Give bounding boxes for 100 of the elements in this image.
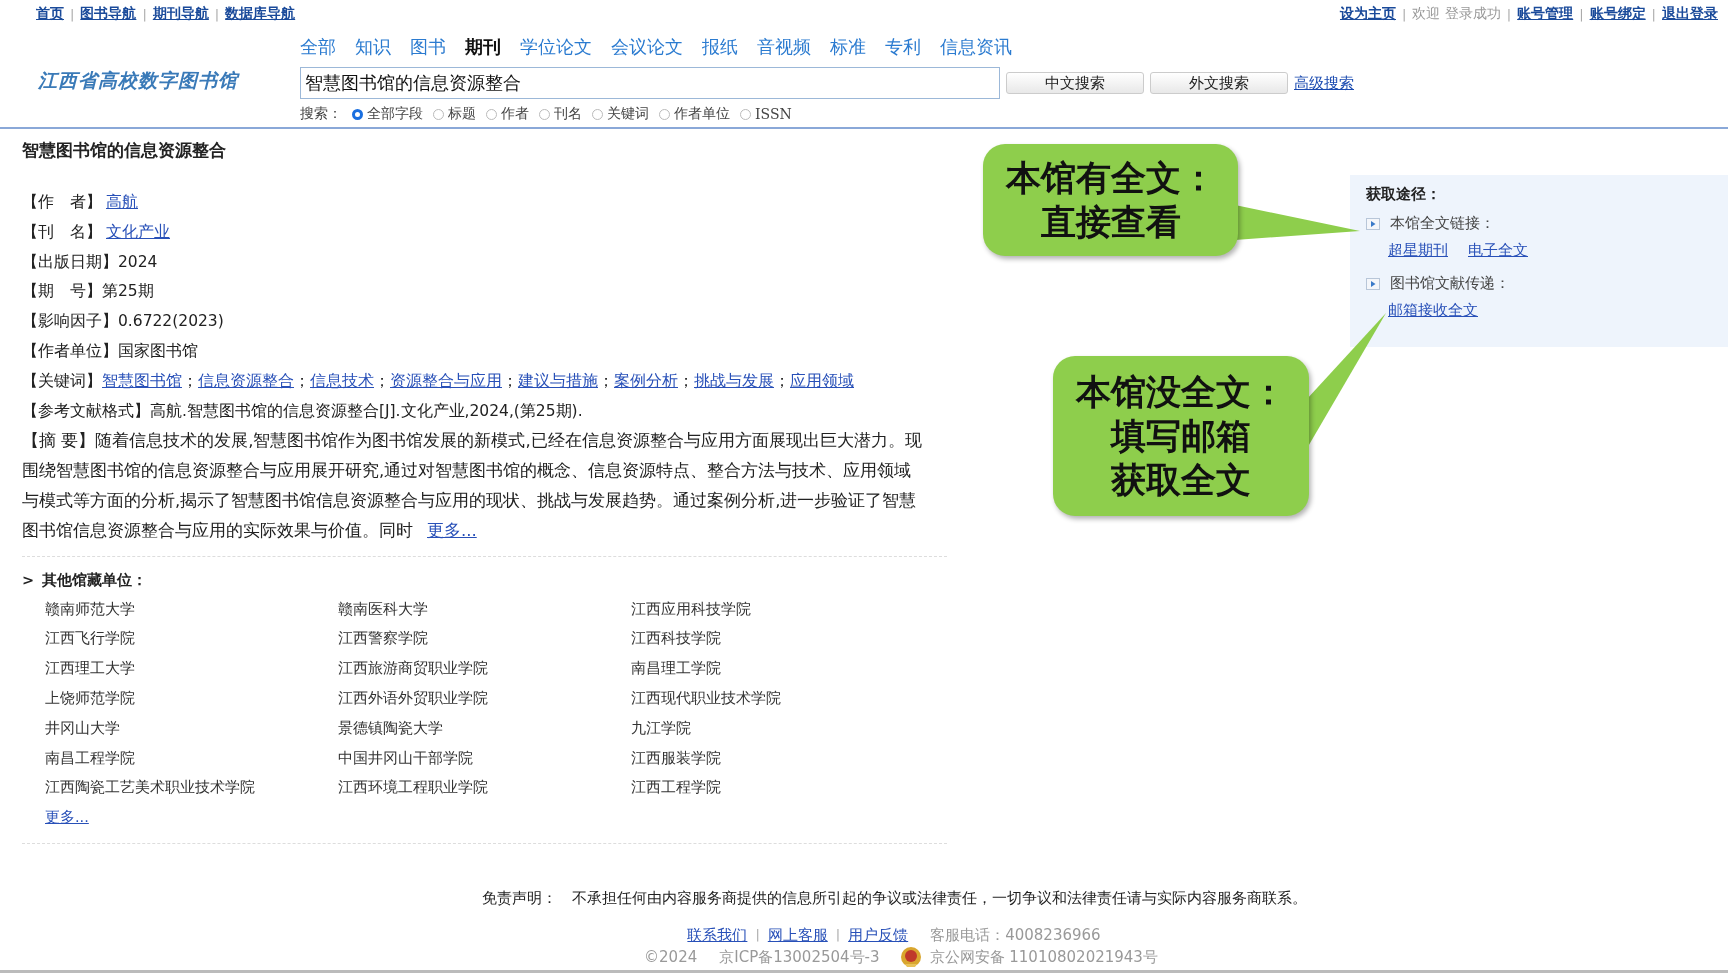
separator: ； bbox=[182, 371, 198, 390]
separator: | bbox=[755, 926, 760, 944]
channel-tab[interactable]: 期刊 bbox=[465, 35, 501, 63]
radio-button[interactable] bbox=[352, 108, 363, 120]
callout-bubble: 本馆有全文： 直接查看 bbox=[983, 144, 1238, 256]
channel-tab[interactable]: 专利 bbox=[885, 35, 921, 63]
fulltext-link[interactable]: 邮箱接收全文 bbox=[1388, 301, 1478, 320]
field-label: 【参考文献格式】 bbox=[22, 401, 150, 420]
separator: | bbox=[214, 6, 220, 22]
separator: ； bbox=[294, 371, 310, 390]
site-logo: 江西省高校数字图书馆 bbox=[37, 68, 241, 93]
field-value: 2024 bbox=[118, 252, 158, 271]
field-link[interactable]: 高航 bbox=[106, 193, 138, 211]
library-name: 江西理工大学 bbox=[45, 659, 136, 679]
account-link[interactable]: 账号管理 bbox=[1517, 5, 1574, 23]
radio-button[interactable] bbox=[486, 108, 497, 120]
channel-tab[interactable]: 会议论文 bbox=[611, 35, 683, 63]
keyword-link[interactable]: 案例分析 bbox=[614, 371, 678, 390]
keyword-link[interactable]: 建议与措施 bbox=[518, 371, 598, 390]
radio-button[interactable] bbox=[592, 108, 603, 120]
bullet-marker: > bbox=[22, 570, 35, 590]
keyword-link[interactable]: 智慧图书馆 bbox=[102, 371, 182, 390]
field-label: 【作 者】 bbox=[22, 193, 102, 211]
radio-button[interactable] bbox=[659, 108, 670, 120]
fulltext-link[interactable]: 超星期刊 bbox=[1388, 241, 1448, 260]
account-link[interactable]: 设为主页 bbox=[1340, 5, 1396, 23]
separator: | bbox=[142, 6, 147, 22]
field-label: 【作者单位】 bbox=[22, 342, 118, 360]
keyword-link[interactable]: 应用领域 bbox=[790, 371, 854, 390]
play-icon bbox=[1366, 277, 1380, 290]
footer-link[interactable]: 联系我们 bbox=[687, 924, 748, 946]
separator: ； bbox=[374, 371, 390, 390]
radio-label: 作者单位 bbox=[674, 105, 730, 123]
search-field[interactable]: 智慧图书馆的信息资源整合 bbox=[300, 67, 1000, 99]
radio-button[interactable] bbox=[539, 108, 550, 120]
channel-tab[interactable]: 标准 bbox=[830, 35, 866, 63]
library-name: 江西旅游商贸职业学院 bbox=[338, 659, 489, 679]
field-label: 【出版日期】 bbox=[22, 252, 118, 271]
phone-text: 客服电话：4008236966 bbox=[930, 925, 1101, 946]
search-button[interactable]: 外文搜索 bbox=[1150, 72, 1288, 94]
library-name: 江西科技学院 bbox=[631, 629, 722, 649]
nav-link[interactable]: 数据库导航 bbox=[225, 5, 296, 23]
police-record-text: 京公网安备 11010802021943号 bbox=[929, 947, 1158, 968]
separator: ； bbox=[678, 371, 694, 390]
citation-text: 高航.智慧图书馆的信息资源整合[J].文化产业,2024,(第25期). bbox=[150, 401, 583, 420]
library-name: 江西工程学院 bbox=[631, 778, 722, 798]
channel-tab[interactable]: 音视频 bbox=[757, 35, 811, 63]
library-name: 江西现代职业技术学院 bbox=[631, 688, 782, 708]
police-badge-icon bbox=[899, 946, 922, 968]
field-label: 【影响因子】 bbox=[22, 312, 118, 331]
keyword-link[interactable]: 挑战与发展 bbox=[694, 371, 774, 390]
radio-label: 全部字段 bbox=[367, 105, 423, 123]
library-name: 南昌工程学院 bbox=[45, 748, 136, 768]
search-scope-label: 搜索： bbox=[300, 105, 342, 123]
library-name: 景德镇陶瓷大学 bbox=[338, 718, 444, 738]
footer-link[interactable]: 用户反馈 bbox=[848, 924, 909, 946]
keyword-link[interactable]: 资源整合与应用 bbox=[390, 371, 502, 390]
field-link[interactable]: 文化产业 bbox=[106, 222, 170, 241]
copyright-text: ©2024 bbox=[644, 947, 698, 968]
separator: | bbox=[1579, 6, 1584, 22]
channel-tab[interactable]: 信息资讯 bbox=[940, 35, 1012, 63]
advanced-search-link[interactable]: 高级搜索 bbox=[1294, 73, 1354, 93]
fulltext-link[interactable]: 电子全文 bbox=[1468, 241, 1528, 260]
play-icon bbox=[1366, 217, 1380, 230]
channel-tab[interactable]: 全部 bbox=[300, 35, 336, 63]
channel-tab[interactable]: 报纸 bbox=[702, 35, 738, 63]
account-link[interactable]: 账号绑定 bbox=[1589, 5, 1646, 23]
welcome-text: 欢迎 登录成功 bbox=[1412, 5, 1501, 23]
disclaimer-text: 免责声明： 不承担任何由内容服务商提供的信息所引起的争议或法律责任，一切争议和法律责任请与实际内容服务商联系。 bbox=[481, 889, 1307, 908]
keyword-link[interactable]: 信息技术 bbox=[310, 371, 374, 390]
channel-tab[interactable]: 知识 bbox=[355, 35, 391, 63]
radio-label: 标题 bbox=[448, 105, 476, 123]
separator: ； bbox=[598, 371, 614, 390]
account-link[interactable]: 退出登录 bbox=[1662, 5, 1718, 23]
library-name: 江西飞行学院 bbox=[45, 629, 136, 649]
library-name: 九江学院 bbox=[631, 718, 692, 738]
separator: | bbox=[1651, 6, 1656, 22]
library-name: 南昌理工学院 bbox=[631, 659, 722, 679]
footer-link[interactable]: 网上客服 bbox=[767, 924, 828, 946]
separator: | bbox=[835, 926, 841, 944]
library-name: 赣南师范大学 bbox=[45, 599, 136, 619]
nav-link[interactable]: 首页 bbox=[36, 5, 64, 23]
nav-link[interactable]: 图书导航 bbox=[80, 5, 137, 23]
field-label: 【关键词】 bbox=[22, 371, 102, 390]
field-value: 国家图书馆 bbox=[118, 342, 198, 360]
search-button[interactable]: 中文搜索 bbox=[1006, 72, 1144, 94]
more-link[interactable]: 更多... bbox=[45, 809, 89, 826]
library-name: 中国井冈山干部学院 bbox=[338, 748, 474, 768]
more-link[interactable]: 更多... bbox=[427, 520, 477, 540]
library-name: 赣南医科大学 bbox=[338, 599, 429, 619]
radio-label: 关键词 bbox=[607, 105, 649, 123]
nav-link[interactable]: 期刊导航 bbox=[152, 5, 209, 23]
channel-tab[interactable]: 图书 bbox=[410, 35, 446, 63]
radio-button[interactable] bbox=[740, 108, 751, 120]
field-value: 0.6722(2023) bbox=[118, 312, 224, 331]
field-value: 第25期 bbox=[102, 282, 154, 301]
radio-button[interactable] bbox=[433, 108, 444, 120]
channel-tab[interactable]: 学位论文 bbox=[520, 35, 592, 63]
library-name: 江西服装学院 bbox=[631, 748, 722, 768]
keyword-link[interactable]: 信息资源整合 bbox=[198, 371, 294, 390]
